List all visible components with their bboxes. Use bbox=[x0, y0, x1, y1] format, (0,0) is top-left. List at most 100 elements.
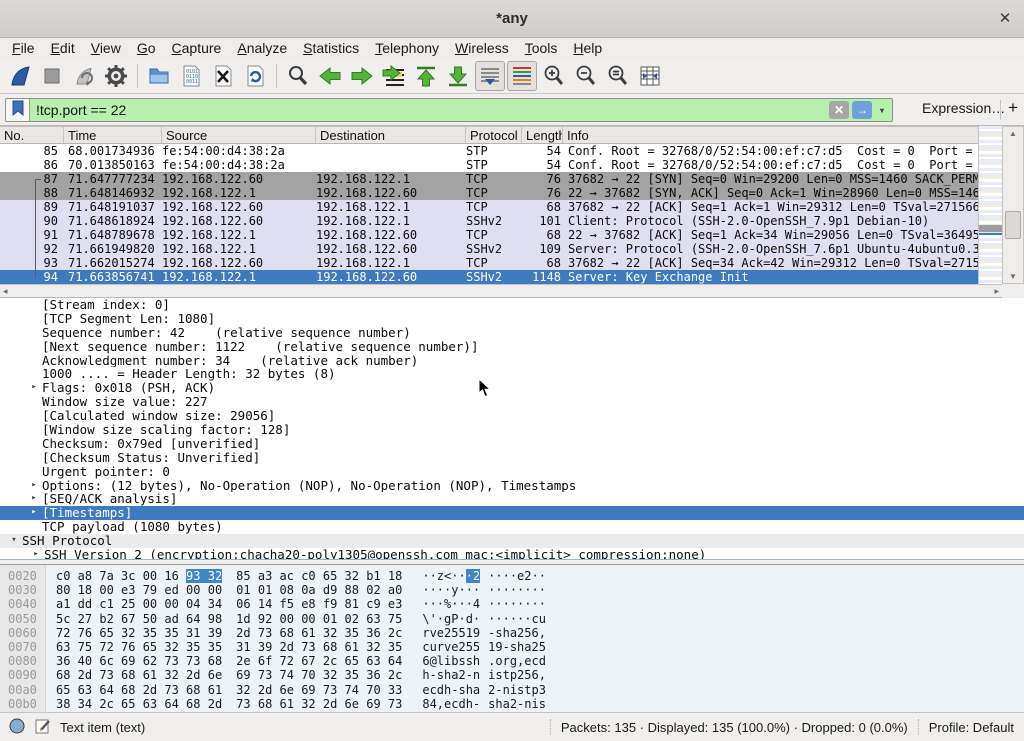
packet-row[interactable]: 90 71.648618924 192.168.122.60 192.168.1… bbox=[0, 214, 978, 228]
close-file-button[interactable] bbox=[208, 61, 238, 91]
expression-button[interactable]: Expression… bbox=[922, 100, 1005, 116]
expand-arrow-icon[interactable]: ▾ bbox=[6, 534, 22, 548]
profile-label[interactable]: Profile: Default bbox=[929, 720, 1024, 735]
detail-line[interactable]: Acknowledgment number: 34 (relative ack … bbox=[0, 354, 1024, 368]
go-first-button[interactable] bbox=[411, 61, 441, 91]
packet-row[interactable]: 94 71.663856741 192.168.122.1 192.168.12… bbox=[0, 270, 978, 284]
detail-line[interactable]: ▸ [Timestamps] bbox=[0, 506, 1024, 520]
capture-options-button[interactable] bbox=[101, 61, 131, 91]
hex-row[interactable]: 00b0 38 34 2c 65 63 64 68 2d 73 68 61 32… bbox=[0, 697, 1024, 711]
packet-row[interactable]: 91 71.648789678 192.168.122.1 192.168.12… bbox=[0, 228, 978, 242]
hex-row[interactable]: 0060 72 76 65 32 35 35 31 39 2d 73 68 61… bbox=[0, 626, 1024, 640]
menu-item[interactable]: View bbox=[83, 38, 129, 58]
expand-arrow-icon[interactable] bbox=[26, 312, 42, 326]
column-header[interactable]: Source bbox=[162, 127, 316, 143]
save-file-button[interactable]: 010101100011 bbox=[176, 61, 206, 91]
scroll-up-icon[interactable]: ▲ bbox=[1003, 129, 1023, 138]
start-capture-button[interactable] bbox=[5, 61, 35, 91]
menu-item[interactable]: Edit bbox=[43, 38, 83, 58]
expand-arrow-icon[interactable] bbox=[26, 520, 42, 534]
hex-row[interactable]: 0090 68 2d 73 68 61 32 2d 6e 69 73 74 70… bbox=[0, 668, 1024, 682]
expand-arrow-icon[interactable] bbox=[26, 395, 42, 409]
expand-arrow-icon[interactable] bbox=[26, 298, 42, 312]
auto-scroll-toggle[interactable] bbox=[475, 61, 505, 91]
find-packet-button[interactable] bbox=[283, 61, 313, 91]
scroll-right-icon[interactable]: ▸ bbox=[994, 286, 999, 297]
menu-item[interactable]: Capture bbox=[164, 38, 230, 58]
expand-arrow-icon[interactable] bbox=[26, 367, 42, 381]
detail-line[interactable]: Urgent pointer: 0 bbox=[0, 465, 1024, 479]
detail-line[interactable]: [Window size scaling factor: 128] bbox=[0, 423, 1024, 437]
packet-list-hscrollbar[interactable]: ◂ ▸ bbox=[0, 284, 1002, 298]
menu-item[interactable]: Wireless bbox=[447, 38, 517, 58]
scrollbar-thumb[interactable] bbox=[1005, 211, 1021, 239]
packet-row[interactable]: 88 71.648146932 192.168.122.1 192.168.12… bbox=[0, 186, 978, 200]
filter-clear-button[interactable]: ✕ bbox=[829, 101, 849, 119]
expand-arrow-icon[interactable] bbox=[26, 451, 42, 465]
display-filter-field[interactable]: ✕ → ▾ bbox=[5, 98, 893, 122]
detail-line[interactable]: [Stream index: 0] bbox=[0, 298, 1024, 312]
hex-row[interactable]: 0050 5c 27 b2 67 50 ad 64 98 1d 92 00 00… bbox=[0, 612, 1024, 626]
packet-row[interactable]: 87 71.647777234 192.168.122.60 192.168.1… bbox=[0, 172, 978, 186]
open-file-button[interactable] bbox=[144, 61, 174, 91]
menu-item[interactable]: Telephony bbox=[367, 38, 447, 58]
expand-arrow-icon[interactable] bbox=[26, 437, 42, 451]
window-titlebar[interactable]: *any ✕ bbox=[0, 0, 1024, 38]
expand-arrow-icon[interactable] bbox=[26, 409, 42, 423]
detail-line[interactable]: Checksum: 0x79ed [unverified] bbox=[0, 437, 1024, 451]
hex-row[interactable]: 0030 80 18 00 e3 79 ed 00 00 01 01 08 0a… bbox=[0, 583, 1024, 597]
expand-arrow-icon[interactable]: ▸ bbox=[28, 548, 44, 560]
hex-row[interactable]: 00a0 65 63 64 68 2d 73 68 61 32 2d 6e 69… bbox=[0, 683, 1024, 697]
filter-dropdown-button[interactable]: ▾ bbox=[875, 101, 889, 119]
packet-row[interactable]: 86 70.013850163 fe:54:00:d4:38:2a STP 54… bbox=[0, 158, 978, 172]
packet-list-scrollbar[interactable]: ▲ ▼ bbox=[1002, 126, 1024, 284]
zoom-in-button[interactable] bbox=[539, 61, 569, 91]
detail-line[interactable]: 1000 .... = Header Length: 32 bytes (8) bbox=[0, 367, 1024, 381]
expand-arrow-icon[interactable] bbox=[26, 465, 42, 479]
detail-line[interactable]: [Next sequence number: 1122 (relative se… bbox=[0, 340, 1024, 354]
packet-row[interactable]: 89 71.648191037 192.168.122.60 192.168.1… bbox=[0, 200, 978, 214]
packet-row[interactable]: 93 71.662015274 192.168.122.60 192.168.1… bbox=[0, 256, 978, 270]
add-filter-button[interactable]: + bbox=[1008, 98, 1018, 118]
expand-arrow-icon[interactable]: ▸ bbox=[26, 479, 42, 493]
resize-columns-button[interactable] bbox=[635, 61, 665, 91]
detail-line[interactable]: Sequence number: 42 (relative sequence n… bbox=[0, 326, 1024, 340]
detail-line[interactable]: [TCP Segment Len: 1080] bbox=[0, 312, 1024, 326]
go-last-button[interactable] bbox=[443, 61, 473, 91]
expand-arrow-icon[interactable] bbox=[26, 423, 42, 437]
expand-arrow-icon[interactable]: ▸ bbox=[26, 492, 42, 506]
column-header[interactable]: Destination bbox=[316, 127, 466, 143]
menu-item[interactable]: Tools bbox=[517, 38, 566, 58]
hex-row[interactable]: 0020 c0 a8 7a 3c 00 16 93 32 85 a3 ac c0… bbox=[0, 569, 1024, 583]
expand-arrow-icon[interactable] bbox=[26, 326, 42, 340]
restart-capture-button[interactable] bbox=[69, 61, 99, 91]
stop-capture-button[interactable] bbox=[37, 61, 67, 91]
window-close-button[interactable]: ✕ bbox=[994, 8, 1016, 30]
detail-line[interactable]: ▸ Options: (12 bytes), No-Operation (NOP… bbox=[0, 479, 1024, 493]
detail-line[interactable]: ▾ SSH Protocol bbox=[0, 534, 1024, 548]
detail-line[interactable]: ▸ [SEQ/ACK analysis] bbox=[0, 492, 1024, 506]
menu-item[interactable]: File bbox=[4, 38, 43, 58]
expand-arrow-icon[interactable]: ▸ bbox=[26, 506, 42, 520]
menu-item[interactable]: Help bbox=[565, 38, 610, 58]
expand-arrow-icon[interactable] bbox=[26, 354, 42, 368]
column-header[interactable]: Info bbox=[563, 127, 1002, 143]
packet-row[interactable]: 85 68.001734936 fe:54:00:d4:38:2a STP 54… bbox=[0, 144, 978, 158]
menu-item[interactable]: Analyze bbox=[229, 38, 295, 58]
detail-line[interactable]: [Calculated window size: 29056] bbox=[0, 409, 1024, 423]
zoom-reset-button[interactable] bbox=[603, 61, 633, 91]
detail-line[interactable]: ▸ SSH Version 2 (encryption:chacha20-pol… bbox=[0, 548, 1024, 560]
packet-row[interactable]: 92 71.661949820 192.168.122.1 192.168.12… bbox=[0, 242, 978, 256]
detail-line[interactable]: [Checksum Status: Unverified] bbox=[0, 451, 1024, 465]
menu-item[interactable]: Go bbox=[129, 38, 164, 58]
scroll-left-icon[interactable]: ◂ bbox=[3, 286, 8, 297]
menu-item[interactable]: Statistics bbox=[295, 38, 367, 58]
expand-arrow-icon[interactable]: ▸ bbox=[26, 381, 42, 395]
filter-bookmark-button[interactable] bbox=[6, 99, 30, 121]
hex-row[interactable]: 0040 a1 dd c1 25 00 00 04 34 06 14 f5 e8… bbox=[0, 597, 1024, 611]
reload-file-button[interactable] bbox=[240, 61, 270, 91]
go-forward-button[interactable] bbox=[347, 61, 377, 91]
filter-apply-button[interactable]: → bbox=[852, 101, 872, 119]
column-header[interactable]: Protocol bbox=[466, 127, 522, 143]
column-header[interactable]: Time bbox=[64, 127, 162, 143]
